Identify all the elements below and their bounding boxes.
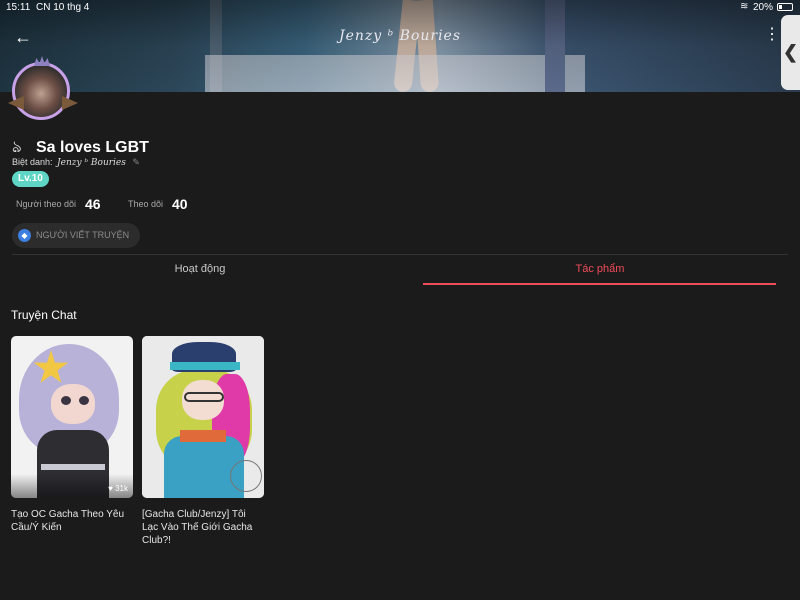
- followers-count[interactable]: 46: [85, 196, 101, 212]
- cover-art: [184, 392, 224, 402]
- writer-badge[interactable]: ◆ NGƯỜI VIẾT TRUYỆN: [12, 223, 140, 248]
- heart-icon: ♥: [108, 484, 113, 493]
- battery-percent: 20%: [753, 2, 774, 13]
- writer-badge-icon: ◆: [18, 229, 31, 242]
- story-likes: ♥ 31k: [108, 484, 128, 493]
- status-date: CN 10 thg 4: [36, 2, 90, 13]
- cover-art: [51, 384, 95, 424]
- cover-art: [79, 396, 89, 405]
- cover-art: [180, 430, 226, 442]
- avatar-image: [12, 62, 70, 120]
- nickname-value: Jenzy ᵇ Bouries: [57, 158, 126, 168]
- avatar[interactable]: [8, 56, 78, 120]
- back-arrow-icon[interactable]: ←: [12, 26, 34, 48]
- status-time: 15:11: [6, 2, 31, 13]
- story-likes-count: 31k: [115, 484, 128, 493]
- section-title: Truyện Chat: [11, 308, 77, 322]
- edit-icon[interactable]: ✎: [132, 157, 140, 167]
- side-panel-toggle[interactable]: ❮: [781, 15, 800, 90]
- following-label[interactable]: Theo dõi: [128, 199, 163, 209]
- story-card[interactable]: ♥ 31k Tạo OC Gacha Theo Yêu Cầu/Ý Kiến: [11, 336, 133, 534]
- story-cover-image: ♥ 31k: [11, 336, 133, 498]
- story-card[interactable]: [Gacha Club/Jenzy] Tôi Lạc Vào Thế Giới …: [142, 336, 264, 547]
- cover-art: [41, 464, 105, 470]
- tab-activity[interactable]: Hoạt động: [24, 263, 376, 275]
- following-count[interactable]: 40: [172, 196, 188, 212]
- level-badge: Lv.10: [12, 171, 49, 187]
- tab-works[interactable]: Tác phẩm: [424, 263, 776, 275]
- more-options-icon[interactable]: ⋮: [764, 26, 780, 48]
- page-title: Jenzy ᵇ Bouries: [338, 28, 462, 44]
- divider: [12, 254, 788, 255]
- writer-badge-label: NGƯỜI VIẾT TRUYỆN: [36, 230, 130, 240]
- cover-art: [170, 362, 240, 370]
- status-bar: 15:11 CN 10 thg 4 ≋ 20%: [0, 0, 800, 16]
- followers-label[interactable]: Người theo dõi: [16, 199, 76, 209]
- story-title[interactable]: [Gacha Club/Jenzy] Tôi Lạc Vào Thế Giới …: [142, 508, 264, 547]
- profile-name-text: Sa loves LGBT: [36, 139, 149, 156]
- active-tab-indicator: [423, 283, 776, 285]
- cover-art: [61, 396, 71, 405]
- story-cover-image: [142, 336, 264, 498]
- wifi-icon: ≋: [740, 1, 749, 12]
- cover-art: [230, 460, 262, 492]
- battery-icon: [777, 3, 793, 11]
- story-title[interactable]: Tạo OC Gacha Theo Yêu Cầu/Ý Kiến: [11, 508, 133, 534]
- chevron-left-icon: ❮: [782, 42, 799, 62]
- nickname-label: Biệt danh:: [12, 157, 53, 167]
- nickname-row: Biệt danh: Jenzy ᵇ Bouries ✎: [12, 157, 140, 168]
